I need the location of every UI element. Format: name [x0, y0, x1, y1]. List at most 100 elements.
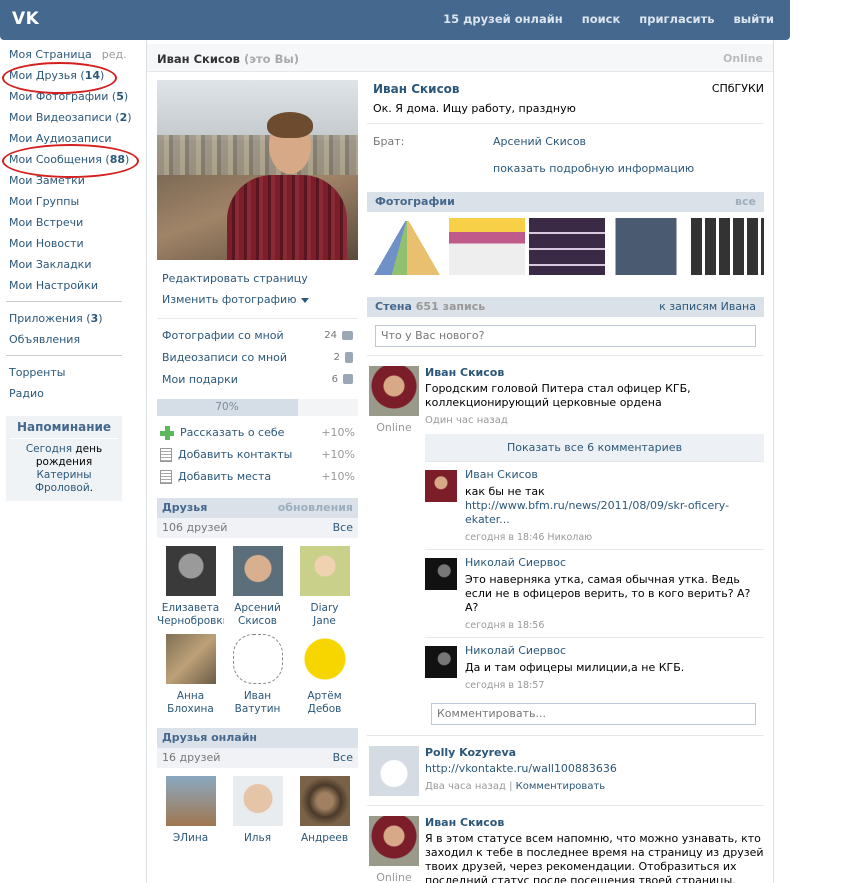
profile-titlebar: Иван Скисов (это Вы) Online — [147, 44, 773, 72]
menu-news[interactable]: Мои Новости — [0, 233, 128, 254]
comment-avatar[interactable] — [425, 470, 457, 502]
friend-card[interactable]: Артём Дебов — [291, 634, 358, 716]
online-all-link[interactable]: Все — [333, 748, 353, 768]
info-more: показать подробную информацию — [367, 155, 764, 182]
reminder-body: Сегодня день рождения Катерины Фроловой. — [25, 443, 103, 494]
author-avatar[interactable] — [369, 816, 419, 866]
online-friends-grid: ЭЛина Илья Андреев — [157, 768, 358, 851]
menu-audio[interactable]: Мои Аудиозаписи — [0, 128, 128, 149]
photo-thumb[interactable] — [688, 218, 764, 275]
menu-apps[interactable]: Приложения (3) — [0, 308, 128, 329]
to-ivan-posts-link[interactable]: к записям Ивана — [659, 297, 756, 317]
task-about[interactable]: Рассказать о себе +10% — [157, 422, 358, 444]
default-avatar-icon[interactable] — [369, 746, 419, 796]
photo-thumb[interactable] — [528, 218, 605, 275]
comment-button[interactable]: Комментировать — [516, 781, 606, 792]
left-menu: Моя Страница ред. Мои Друзья (14) Мои Фот… — [0, 44, 132, 501]
friends-count: 14 — [84, 69, 101, 82]
wall-section-header: Стена 651 запись к записям Ивана — [367, 297, 764, 317]
comment-link[interactable]: http://www.bfm.ru/news/2011/08/09/skr-of… — [465, 499, 729, 526]
comment: Николай Сиервос Да и там офицеры милиции… — [425, 637, 764, 697]
friend-card[interactable]: Diary Jane — [291, 546, 358, 628]
task-places[interactable]: Добавить места +10% — [157, 466, 358, 488]
vk-logo[interactable]: VK — [12, 9, 39, 29]
friend-card[interactable]: Арсений Скисов — [224, 546, 291, 628]
edit-link[interactable]: ред. — [102, 48, 127, 61]
comment-input[interactable]: Комментировать... — [431, 703, 756, 725]
page-title: Иван Скисов (это Вы) — [157, 52, 300, 66]
friend-card[interactable]: ЭЛина — [157, 776, 224, 845]
invite-link[interactable]: пригласить — [639, 12, 714, 26]
gift-icon — [343, 374, 353, 384]
brother-link[interactable]: Арсений Скисов — [493, 128, 586, 155]
wall-post-input[interactable]: Что у Вас нового? — [375, 325, 756, 347]
menu-events[interactable]: Мои Встречи — [0, 212, 128, 233]
photos-with-me-link[interactable]: Фотографии со мной 24 — [157, 325, 358, 347]
photo-thumb[interactable] — [448, 218, 525, 275]
top-nav: 15 друзей онлайн поиск пригласить выйти — [443, 12, 774, 26]
menu-videos[interactable]: Мои Видеозаписи (2) — [0, 107, 132, 128]
places-icon — [160, 470, 172, 484]
menu-bookmarks[interactable]: Мои Закладки — [0, 254, 128, 275]
friends-all-link[interactable]: Все — [333, 518, 353, 538]
comment-avatar[interactable] — [425, 646, 457, 678]
show-details-link[interactable]: показать подробную информацию — [493, 155, 694, 182]
wall-post: Online Иван Скисов Я в этом статусе всем… — [367, 805, 764, 883]
photo-thumb[interactable] — [608, 218, 685, 275]
change-photo-link[interactable]: Изменить фотографию — [157, 289, 358, 310]
top-header: VK 15 друзей онлайн поиск пригласить вый… — [0, 0, 790, 40]
menu-divider — [6, 355, 122, 356]
profile-page: Иван Скисов (это Вы) Online Редактироват… — [146, 40, 774, 883]
photo-thumb[interactable] — [369, 218, 445, 275]
friend-card[interactable]: Анна Блохина — [157, 634, 224, 716]
messages-count: 88 — [109, 153, 125, 166]
friend-card[interactable]: Иван Ватутин — [224, 634, 291, 716]
menu-friends[interactable]: Мои Друзья (14) — [0, 65, 128, 86]
menu-radio[interactable]: Радио — [0, 383, 128, 404]
friends-count-bar: 106 друзей Все — [157, 518, 358, 538]
friends-online-link[interactable]: 15 друзей онлайн — [443, 12, 563, 26]
post-author[interactable]: Polly Kozyreva — [425, 746, 764, 759]
post-link[interactable]: http://vkontakte.ru/wall100883636 — [425, 762, 764, 776]
contacts-icon — [160, 448, 172, 462]
profile-photo[interactable] — [157, 80, 358, 260]
friend-card[interactable]: Андреев — [291, 776, 358, 845]
search-link[interactable]: поиск — [582, 12, 621, 26]
friend-card[interactable]: ЕлизаветаЧернобровкин — [157, 546, 224, 628]
profile-university[interactable]: СПбГУКИ — [712, 82, 764, 95]
edit-page-link[interactable]: Редактировать страницу — [157, 268, 358, 289]
menu-photos[interactable]: Мои Фотографии (5) — [0, 86, 128, 107]
author-avatar[interactable] — [369, 366, 419, 416]
comment: Николай Сиервос Это наверняка утка, сама… — [425, 549, 764, 637]
profile-status[interactable]: Ок. Я дома. Ищу работу, праздную — [367, 102, 764, 115]
post-author[interactable]: Иван Скисов — [425, 366, 764, 379]
camera-icon — [342, 330, 353, 340]
online-status: Online — [722, 52, 763, 65]
profile-name: Иван Скисов — [373, 82, 460, 96]
wall-post: Polly Kozyreva http://vkontakte.ru/wall1… — [367, 735, 764, 805]
menu-groups[interactable]: Мои Группы — [0, 191, 128, 212]
friend-card[interactable]: Илья — [224, 776, 291, 845]
show-all-comments-button[interactable]: Показать все 6 комментариев — [425, 434, 764, 461]
gifts-link[interactable]: Мои подарки 6 — [157, 369, 358, 391]
menu-ads[interactable]: Объявления — [0, 329, 128, 350]
menu-torrents[interactable]: Торренты — [0, 362, 128, 383]
menu-settings[interactable]: Мои Настройки — [0, 275, 128, 296]
online-friends-header: Друзья онлайн — [157, 728, 358, 748]
task-contacts[interactable]: Добавить контакты +10% — [157, 444, 358, 466]
wall-post: Online Иван Скисов Городским головой Пит… — [367, 355, 764, 725]
post-author[interactable]: Иван Скисов — [425, 816, 764, 829]
online-friends-count-bar: 16 друзей Все — [157, 748, 358, 768]
photos-all-link[interactable]: все — [735, 192, 756, 212]
videos-with-me-link[interactable]: Видеозаписи со мной 2 — [157, 347, 358, 369]
logout-link[interactable]: выйти — [734, 12, 774, 26]
post-date[interactable]: Один час назад — [425, 415, 764, 426]
comment-avatar[interactable] — [425, 558, 457, 590]
chevron-down-icon — [301, 297, 310, 303]
menu-my-page[interactable]: Моя Страница ред. — [0, 44, 128, 65]
friends-updates-link[interactable]: обновления — [278, 498, 353, 518]
friends-block-header: Друзья обновления — [157, 498, 358, 518]
plus-icon — [160, 426, 174, 440]
menu-notes[interactable]: Мои Заметки — [0, 170, 128, 191]
menu-messages[interactable]: Мои Сообщения (88) — [0, 149, 129, 170]
